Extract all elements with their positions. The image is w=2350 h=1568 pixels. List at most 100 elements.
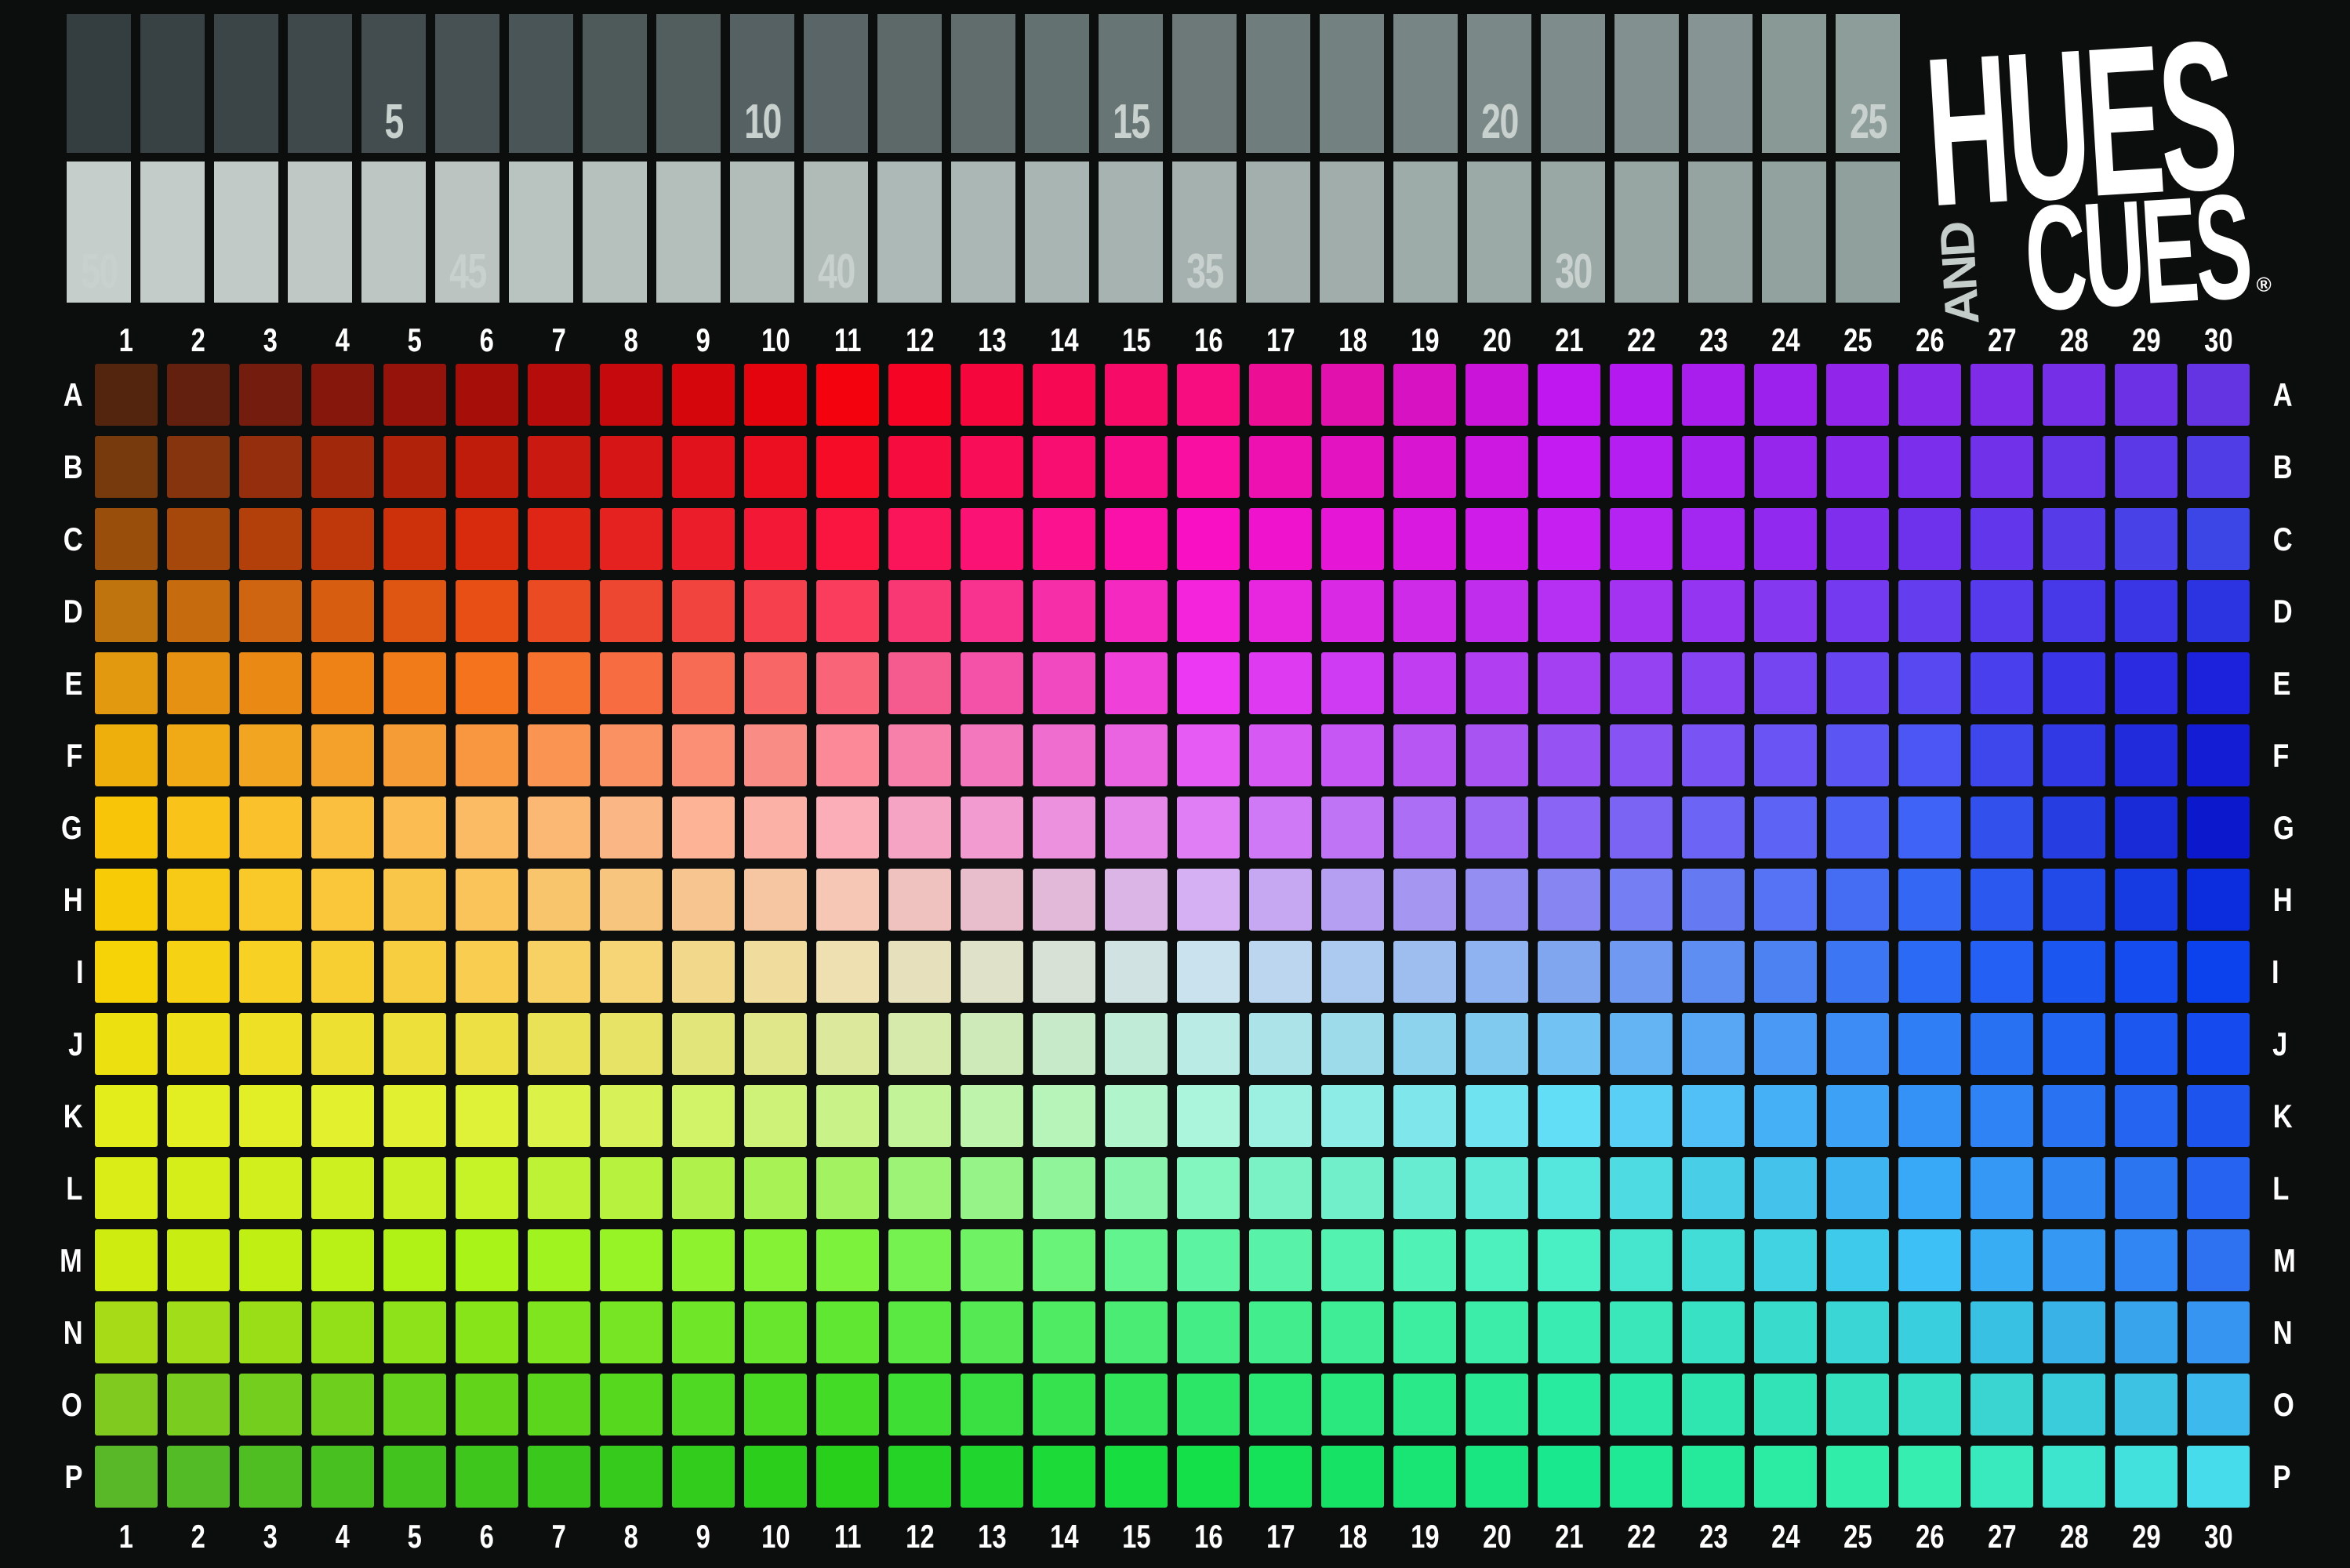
cell-B5[interactable] [383, 436, 446, 498]
cell-P2[interactable] [167, 1446, 230, 1508]
cell-G8[interactable] [600, 797, 663, 858]
cell-L9[interactable] [672, 1157, 735, 1219]
cell-I14[interactable] [1033, 941, 1095, 1003]
cell-B1[interactable] [95, 436, 158, 498]
cell-I20[interactable] [1466, 941, 1528, 1003]
cell-C1[interactable] [95, 508, 158, 570]
cell-E21[interactable] [1538, 652, 1600, 714]
cell-L21[interactable] [1538, 1157, 1600, 1219]
cell-I3[interactable] [239, 941, 302, 1003]
cell-I6[interactable] [456, 941, 518, 1003]
cell-H7[interactable] [528, 869, 590, 931]
cell-E1[interactable] [95, 652, 158, 714]
cell-J29[interactable] [2115, 1013, 2177, 1075]
track-segment-33[interactable] [1320, 162, 1384, 303]
cell-D12[interactable] [888, 580, 951, 642]
cell-J24[interactable] [1754, 1013, 1817, 1075]
cell-E27[interactable] [1970, 652, 2033, 714]
cell-O29[interactable] [2115, 1374, 2177, 1436]
track-segment-49[interactable] [140, 162, 205, 303]
cell-M10[interactable] [744, 1229, 807, 1291]
cell-G4[interactable] [311, 797, 374, 858]
cell-I9[interactable] [672, 941, 735, 1003]
cell-D25[interactable] [1826, 580, 1889, 642]
cell-M23[interactable] [1682, 1229, 1745, 1291]
cell-O4[interactable] [311, 1374, 374, 1436]
cell-P21[interactable] [1538, 1446, 1600, 1508]
cell-B21[interactable] [1538, 436, 1600, 498]
cell-E26[interactable] [1898, 652, 1961, 714]
cell-D8[interactable] [600, 580, 663, 642]
cell-H16[interactable] [1177, 869, 1240, 931]
cell-G19[interactable] [1393, 797, 1456, 858]
cell-N19[interactable] [1393, 1301, 1456, 1363]
cell-N22[interactable] [1610, 1301, 1673, 1363]
cell-B8[interactable] [600, 436, 663, 498]
cell-L19[interactable] [1393, 1157, 1456, 1219]
cell-K7[interactable] [528, 1085, 590, 1147]
cell-E13[interactable] [961, 652, 1023, 714]
cell-N9[interactable] [672, 1301, 735, 1363]
cell-G1[interactable] [95, 797, 158, 858]
cell-D10[interactable] [744, 580, 807, 642]
cell-M2[interactable] [167, 1229, 230, 1291]
cell-B6[interactable] [456, 436, 518, 498]
cell-N26[interactable] [1898, 1301, 1961, 1363]
cell-D24[interactable] [1754, 580, 1817, 642]
cell-I8[interactable] [600, 941, 663, 1003]
cell-B29[interactable] [2115, 436, 2177, 498]
cell-O5[interactable] [383, 1374, 446, 1436]
cell-K8[interactable] [600, 1085, 663, 1147]
cell-K11[interactable] [816, 1085, 879, 1147]
track-segment-45[interactable]: 45 [435, 162, 499, 303]
cell-P23[interactable] [1682, 1446, 1745, 1508]
cell-L5[interactable] [383, 1157, 446, 1219]
cell-B10[interactable] [744, 436, 807, 498]
track-segment-29[interactable] [1614, 162, 1679, 303]
cell-G15[interactable] [1105, 797, 1168, 858]
cell-A22[interactable] [1610, 364, 1673, 426]
cell-M25[interactable] [1826, 1229, 1889, 1291]
cell-D1[interactable] [95, 580, 158, 642]
cell-G5[interactable] [383, 797, 446, 858]
cell-C18[interactable] [1321, 508, 1384, 570]
track-segment-13[interactable] [951, 14, 1015, 153]
cell-L24[interactable] [1754, 1157, 1817, 1219]
cell-F25[interactable] [1826, 724, 1889, 786]
cell-M4[interactable] [311, 1229, 374, 1291]
cell-H10[interactable] [744, 869, 807, 931]
cell-J4[interactable] [311, 1013, 374, 1075]
cell-C16[interactable] [1177, 508, 1240, 570]
track-segment-46[interactable] [361, 162, 426, 303]
cell-K27[interactable] [1970, 1085, 2033, 1147]
cell-K19[interactable] [1393, 1085, 1456, 1147]
cell-H26[interactable] [1898, 869, 1961, 931]
cell-K29[interactable] [2115, 1085, 2177, 1147]
cell-J30[interactable] [2187, 1013, 2250, 1075]
cell-K12[interactable] [888, 1085, 951, 1147]
cell-O6[interactable] [456, 1374, 518, 1436]
cell-J3[interactable] [239, 1013, 302, 1075]
cell-L16[interactable] [1177, 1157, 1240, 1219]
cell-E14[interactable] [1033, 652, 1095, 714]
cell-L23[interactable] [1682, 1157, 1745, 1219]
cell-D6[interactable] [456, 580, 518, 642]
cell-M21[interactable] [1538, 1229, 1600, 1291]
cell-G30[interactable] [2187, 797, 2250, 858]
cell-L20[interactable] [1466, 1157, 1528, 1219]
cell-A3[interactable] [239, 364, 302, 426]
cell-I30[interactable] [2187, 941, 2250, 1003]
cell-N1[interactable] [95, 1301, 158, 1363]
cell-P8[interactable] [600, 1446, 663, 1508]
cell-D22[interactable] [1610, 580, 1673, 642]
cell-L22[interactable] [1610, 1157, 1673, 1219]
cell-P1[interactable] [95, 1446, 158, 1508]
cell-D3[interactable] [239, 580, 302, 642]
cell-G11[interactable] [816, 797, 879, 858]
cell-G29[interactable] [2115, 797, 2177, 858]
cell-E23[interactable] [1682, 652, 1745, 714]
cell-D13[interactable] [961, 580, 1023, 642]
cell-D14[interactable] [1033, 580, 1095, 642]
cell-P13[interactable] [961, 1446, 1023, 1508]
cell-A13[interactable] [961, 364, 1023, 426]
